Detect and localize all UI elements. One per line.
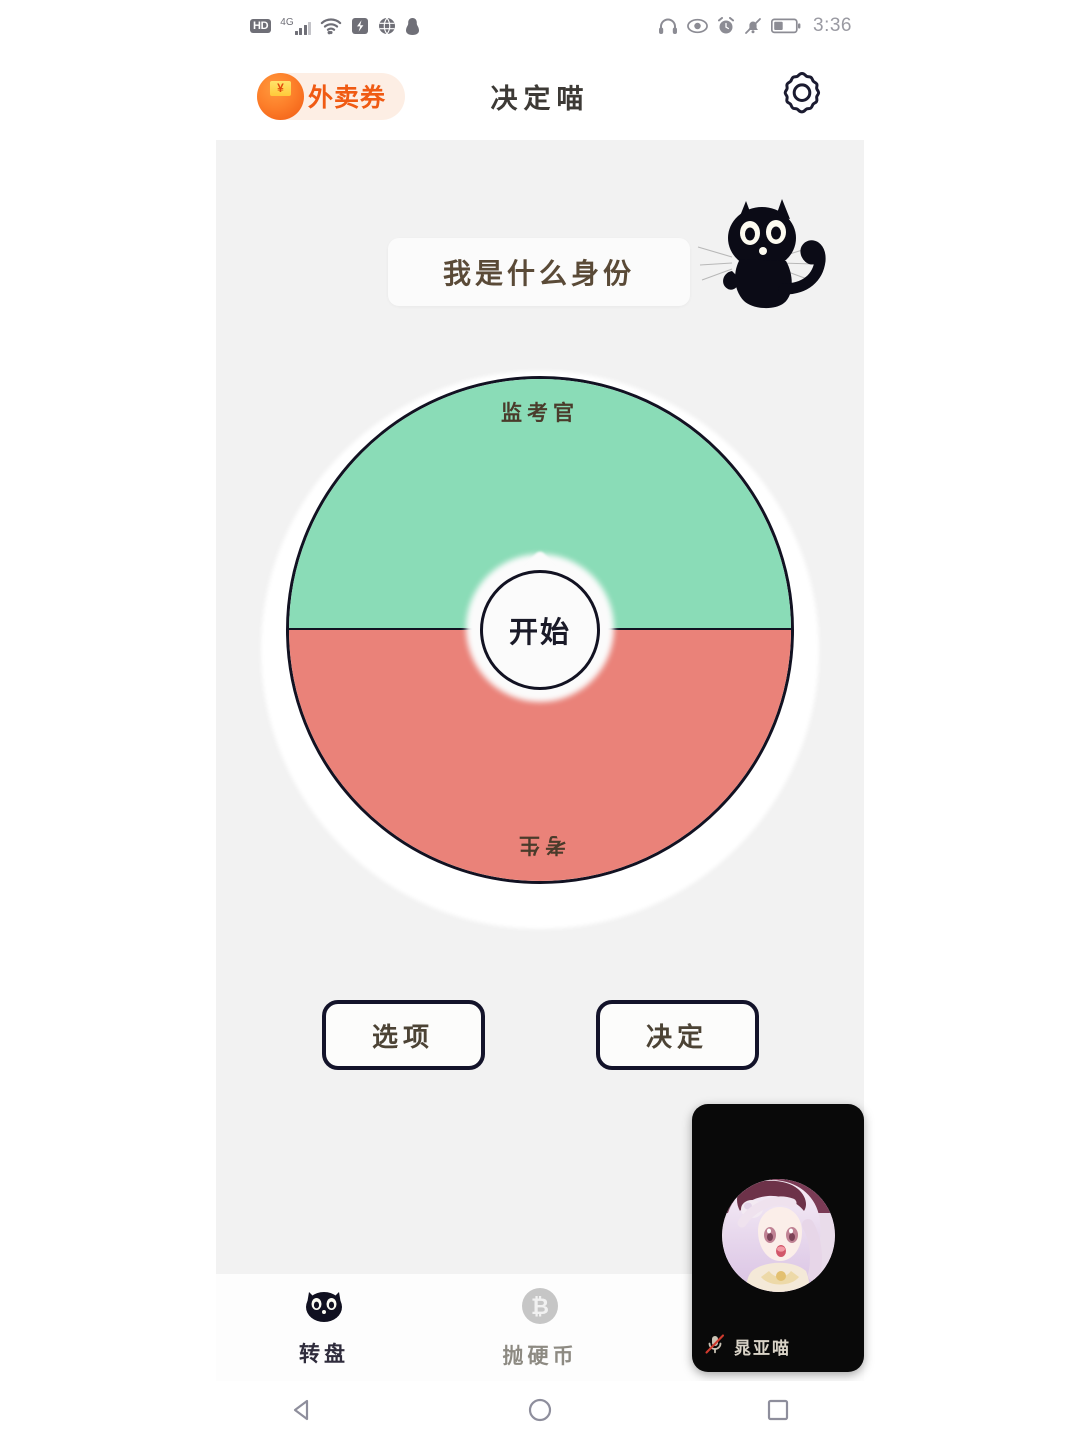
phone-screen: HD 4G 3:36 ¥ 外卖券 决定喵 我是什么身份 监考官 考生 开始 选项… [0, 0, 1080, 1439]
floating-video-name: 晁亚喵 [734, 1339, 791, 1358]
recents-square-icon[interactable] [764, 1396, 792, 1424]
signal-bars-icon: 4G [280, 17, 312, 35]
svg-text:₿: ₿ [531, 1294, 549, 1319]
alarm-clock-icon [717, 17, 735, 35]
tab-coinflip-label: 抛硬币 [502, 1345, 578, 1368]
microphone-muted-icon[interactable] [704, 1333, 726, 1360]
page-title: 决定喵 [490, 83, 590, 114]
eye-care-icon [687, 18, 708, 34]
bitcoin-coin-icon: ₿ [520, 1286, 560, 1331]
home-circle-icon[interactable] [526, 1396, 554, 1424]
android-navigation-bar [0, 1381, 1080, 1439]
status-bar-clock: 3:36 [813, 15, 852, 36]
wheel-segment-top-label: 监考官 [501, 402, 579, 425]
status-bar: HD 4G 3:36 [216, 0, 864, 52]
floating-video-call-widget[interactable]: 晁亚喵 [692, 1104, 864, 1372]
hd-icon: HD [250, 18, 272, 34]
wheel-start-label: 开始 [508, 617, 571, 649]
gear-icon [777, 69, 827, 124]
back-triangle-icon[interactable] [288, 1396, 316, 1424]
globe-icon [378, 17, 396, 35]
bell-muted-icon [744, 17, 762, 35]
decide-button[interactable]: 决定 [595, 1000, 759, 1070]
app-header: 外卖券 决定喵 [216, 52, 864, 140]
headphone-icon [658, 17, 678, 35]
floating-video-footer: 晁亚喵 [704, 1333, 791, 1360]
decision-wheel[interactable]: 监考官 考生 开始 [248, 358, 832, 942]
wheel-title-card[interactable]: 我是什么身份 [388, 238, 690, 306]
settings-button[interactable] [776, 70, 828, 122]
tab-coinflip[interactable]: ₿ 抛硬币 [432, 1286, 648, 1370]
screen-record-icon [351, 17, 369, 35]
black-cat-mascot-icon [688, 185, 836, 315]
wifi-icon [320, 17, 342, 35]
wheel-segment-bottom-label: 考生 [514, 833, 566, 856]
status-bar-left-icons: HD 4G [250, 17, 420, 36]
qq-penguin-icon [405, 17, 420, 36]
wheel-start-button[interactable]: 开始 [480, 570, 600, 690]
tab-wheel[interactable]: 转盘 [216, 1286, 432, 1368]
wheel-title-text: 我是什么身份 [442, 258, 635, 289]
status-bar-right-icons: 3:36 [658, 15, 852, 37]
tab-wheel-label: 转盘 [299, 1343, 349, 1366]
options-button[interactable]: 选项 [321, 1000, 485, 1070]
action-button-row: 选项 决定 [216, 1000, 864, 1070]
cat-face-icon [301, 1286, 347, 1329]
avatar [722, 1179, 835, 1292]
battery-icon [771, 18, 801, 34]
